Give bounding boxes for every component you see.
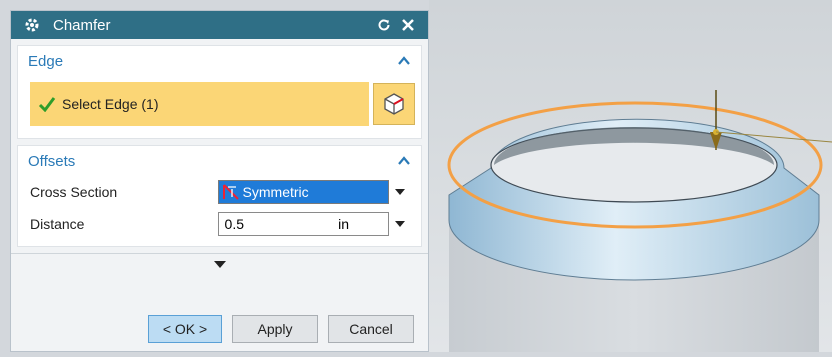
distance-label: Distance xyxy=(30,216,85,232)
edge-group-label: Edge xyxy=(28,52,64,70)
edge-group-body: Select Edge (1) xyxy=(18,76,421,138)
cross-section-dropdown[interactable]: Symmetric xyxy=(217,179,411,205)
symmetric-chamfer-icon xyxy=(221,182,241,202)
chevron-down-icon[interactable] xyxy=(389,180,411,204)
distance-input[interactable] xyxy=(218,215,323,233)
button-row: < OK > Apply Cancel xyxy=(11,315,428,343)
offsets-group: Offsets Cross Section Symmetric Distance… xyxy=(17,145,422,247)
more-options-toggle[interactable] xyxy=(11,253,428,274)
edge-group-header[interactable]: Edge xyxy=(18,46,421,76)
select-edge-field[interactable]: Select Edge (1) xyxy=(30,82,369,126)
model-view[interactable] xyxy=(429,0,832,352)
chamfer-dialog: Chamfer Edge Select Edge (1) Offsets Cro… xyxy=(10,10,429,352)
cancel-button[interactable]: Cancel xyxy=(328,315,414,343)
offsets-group-header[interactable]: Offsets xyxy=(18,146,421,176)
distance-input-box[interactable]: in xyxy=(217,212,389,236)
apply-button[interactable]: Apply xyxy=(232,315,318,343)
gear-icon xyxy=(23,16,41,34)
distance-field[interactable]: in xyxy=(217,211,411,237)
reset-icon[interactable] xyxy=(374,15,394,35)
cross-section-value: Symmetric xyxy=(242,184,309,200)
edge-selector-button[interactable] xyxy=(373,83,415,125)
dialog-titlebar: Chamfer xyxy=(11,11,428,39)
edge-group: Edge Select Edge (1) xyxy=(17,45,422,139)
chevron-up-icon[interactable] xyxy=(397,54,411,68)
offsets-group-label: Offsets xyxy=(28,152,76,170)
ok-button[interactable]: < OK > xyxy=(148,315,222,343)
checkmark-icon xyxy=(38,95,56,113)
chevron-up-icon[interactable] xyxy=(397,154,411,168)
cube-icon xyxy=(384,93,404,115)
cross-section-selected[interactable]: Symmetric xyxy=(217,180,389,204)
distance-unit: in xyxy=(338,216,349,232)
cross-section-label: Cross Section xyxy=(30,184,118,200)
expand-down-icon xyxy=(213,260,226,268)
select-edge-label: Select Edge (1) xyxy=(62,96,159,112)
dialog-title: Chamfer xyxy=(53,16,111,34)
chevron-down-icon[interactable] xyxy=(389,212,411,236)
cross-section-row: Cross Section Symmetric xyxy=(18,176,421,208)
distance-row: Distance in xyxy=(18,208,421,240)
graphics-viewport[interactable] xyxy=(429,0,832,352)
close-icon[interactable] xyxy=(398,15,418,35)
